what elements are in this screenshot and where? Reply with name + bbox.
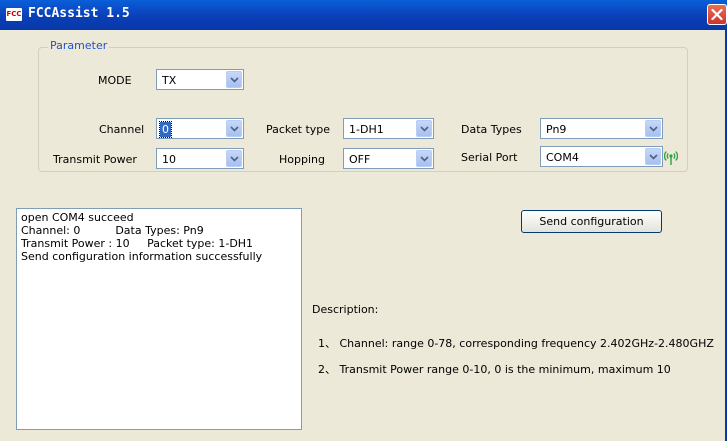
transmit-power-dropdown-button[interactable] <box>226 150 242 167</box>
chevron-down-icon <box>230 126 239 132</box>
channel-dropdown-button[interactable] <box>226 120 242 137</box>
fcc-app-icon: FCC <box>6 8 22 21</box>
log-line: Transmit Power : 10 Packet type: 1-DH1 <box>21 237 254 250</box>
chevron-down-icon <box>420 126 429 132</box>
title-bar[interactable]: FCC FCCAssist 1.5 <box>0 0 727 30</box>
serial-port-dropdown-button[interactable] <box>645 148 661 165</box>
serial-port-value: COM4 <box>546 151 579 164</box>
hopping-label: Hopping <box>279 153 325 166</box>
send-configuration-button[interactable]: Send configuration <box>521 210 662 233</box>
packet-type-label: Packet type <box>266 123 331 136</box>
channel-select[interactable]: 0 <box>156 118 244 139</box>
window-title: FCCAssist 1.5 <box>28 6 130 21</box>
transmit-power-label: Transmit Power <box>53 153 137 166</box>
packet-type-select[interactable]: 1-DH1 <box>343 118 434 139</box>
hopping-select[interactable]: OFF <box>343 148 434 169</box>
mode-select[interactable]: TX <box>156 69 244 90</box>
channel-value: 0 <box>159 121 172 138</box>
data-types-dropdown-button[interactable] <box>645 120 661 137</box>
transmit-power-select[interactable]: 10 <box>156 148 244 169</box>
parameter-group-label: Parameter <box>48 39 110 52</box>
chevron-down-icon <box>649 126 658 132</box>
log-line: Channel: 0 Data Types: Pn9 <box>21 224 204 237</box>
close-button[interactable] <box>707 4 727 25</box>
chevron-down-icon <box>649 154 658 160</box>
data-types-select[interactable]: Pn9 <box>540 118 663 139</box>
packet-type-value: 1-DH1 <box>349 123 384 136</box>
client-area: Parameter MODE TX Channel 0 Packet type … <box>0 30 727 441</box>
hopping-value: OFF <box>349 153 371 166</box>
serial-port-select[interactable]: COM4 <box>540 146 663 167</box>
mode-dropdown-button[interactable] <box>226 71 242 88</box>
mode-value: TX <box>162 74 177 87</box>
wireless-signal-icon <box>663 150 679 166</box>
packet-type-dropdown-button[interactable] <box>416 120 432 137</box>
transmit-power-value: 10 <box>162 153 176 166</box>
channel-label: Channel <box>99 123 145 136</box>
chevron-down-icon <box>420 156 429 162</box>
mode-label: MODE <box>98 74 132 87</box>
description-item-2: 2、 Transmit Power range 0-10, 0 is the m… <box>318 363 671 376</box>
data-types-label: Data Types <box>461 123 522 136</box>
chevron-down-icon <box>230 77 239 83</box>
data-types-value: Pn9 <box>546 123 567 136</box>
log-line: Send configuration information successfu… <box>21 250 263 263</box>
hopping-dropdown-button[interactable] <box>416 150 432 167</box>
chevron-down-icon <box>230 156 239 162</box>
log-output[interactable]: open COM4 succeed Channel: 0 Data Types:… <box>16 208 302 430</box>
description-item-1: 1、 Channel: range 0-78, corresponding fr… <box>318 337 714 350</box>
close-icon <box>711 8 723 21</box>
description-heading: Description: <box>312 303 379 316</box>
serial-port-label: Serial Port <box>461 151 518 164</box>
log-line: open COM4 succeed <box>21 211 134 224</box>
